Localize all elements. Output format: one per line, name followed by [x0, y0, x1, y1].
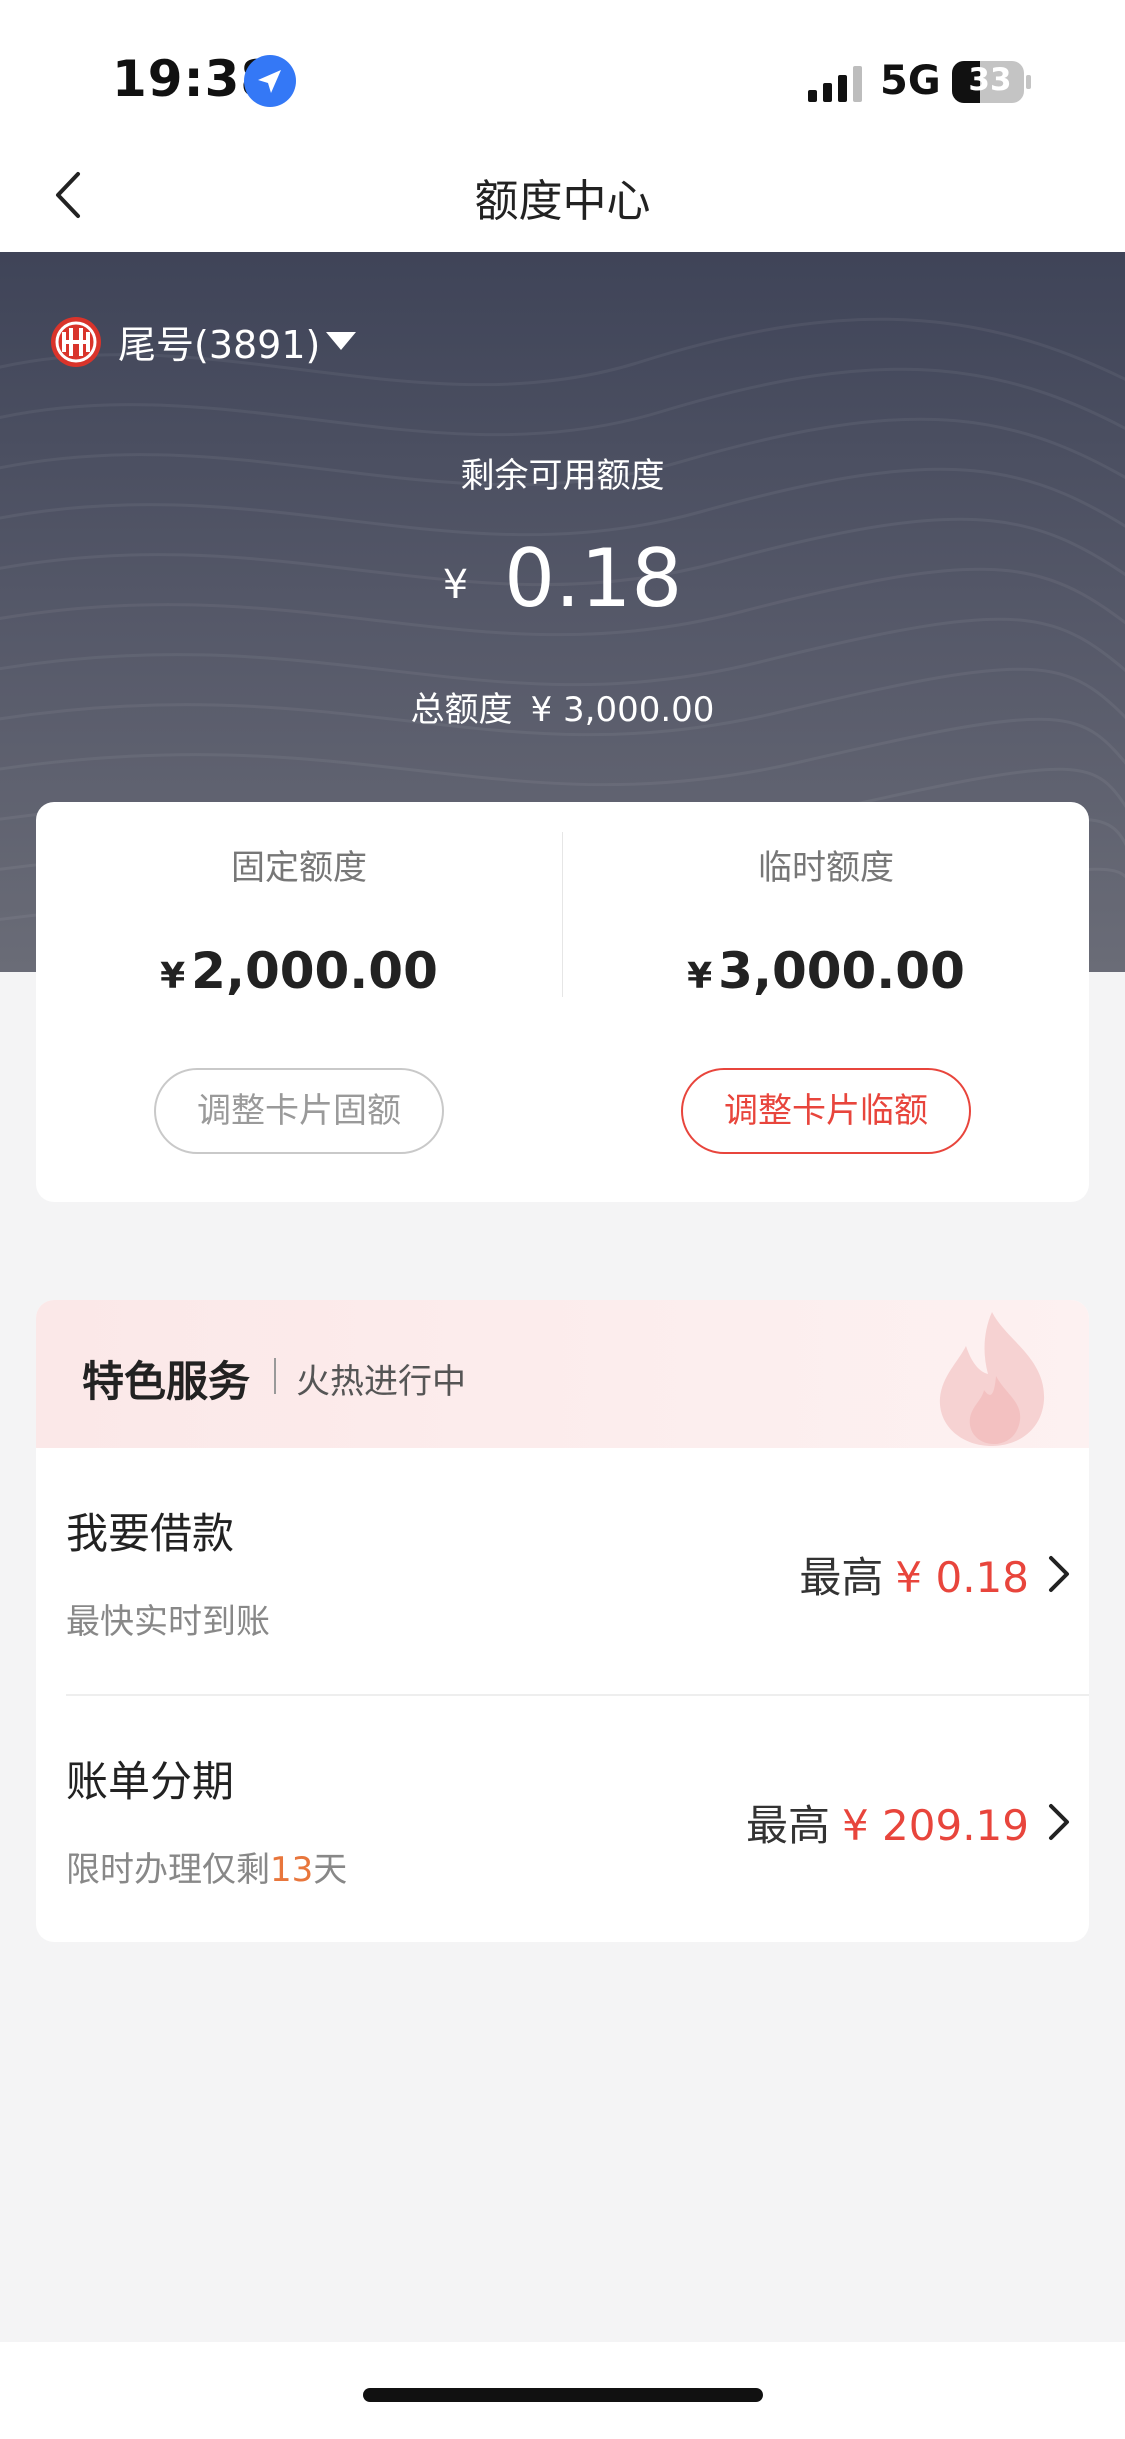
- fixed-limit-label: 固定额度: [231, 848, 367, 888]
- total-limit-label: 总额度: [410, 690, 513, 730]
- bank-logo-icon: [51, 317, 101, 367]
- caret-down-icon[interactable]: [326, 332, 356, 352]
- services-title: 特色服务: [82, 1357, 251, 1406]
- card-selector[interactable]: 尾号(3891): [118, 314, 320, 369]
- currency-symbol: ¥: [687, 956, 713, 997]
- temporary-limit-amount: ¥3,000.00: [563, 942, 1089, 1000]
- fixed-limit-value: 2,000.00: [191, 942, 438, 1000]
- service-name: 账单分期: [66, 1757, 235, 1806]
- currency-symbol: ¥: [442, 562, 469, 608]
- featured-services-card: 特色服务 火热进行中 我要借款 最快实时到账 最高 ¥ 0.18 账单分期 限时办…: [36, 1300, 1089, 1942]
- network-type: 5G: [880, 58, 941, 104]
- battery-level: 33: [968, 62, 1012, 98]
- service-desc: 限时办理仅剩13天: [66, 1842, 347, 1891]
- service-name: 我要借款: [66, 1509, 235, 1558]
- services-subtitle: 火热进行中: [296, 1362, 466, 1402]
- location-arrow-icon: [244, 55, 296, 107]
- chevron-right-icon[interactable]: [1047, 1802, 1071, 1842]
- home-area: [0, 2342, 1125, 2439]
- max-label: 最高: [745, 1801, 830, 1850]
- nav-bar: 额度中心: [0, 140, 1125, 252]
- adjust-temporary-limit-button[interactable]: 调整卡片临额: [681, 1068, 971, 1154]
- status-bar: 19:38 5G 33: [0, 0, 1125, 140]
- temporary-limit-label: 临时额度: [758, 848, 894, 888]
- signal-bars-icon: [808, 66, 862, 102]
- home-indicator[interactable]: [363, 2388, 763, 2402]
- desc-suffix: 天: [313, 1850, 348, 1890]
- total-limit-value: ¥ 3,000.00: [530, 690, 715, 730]
- service-max: 最高 ¥ 0.18: [799, 1544, 1029, 1605]
- services-header: 特色服务 火热进行中: [36, 1300, 1089, 1448]
- service-desc: 最快实时到账: [66, 1602, 270, 1642]
- temporary-limit-column: 临时额度 ¥3,000.00 调整卡片临额: [563, 802, 1089, 1202]
- credit-limit-page: 19:38 5G 33 额度中心 尾号(3891) 剩余可用额度 ¥ 0.18 …: [0, 0, 1125, 2439]
- currency-symbol: ¥: [160, 956, 186, 997]
- fixed-limit-column: 固定额度 ¥2,000.00 调整卡片固额: [36, 802, 562, 1202]
- service-row-loan[interactable]: 我要借款 最快实时到账 最高 ¥ 0.18: [36, 1448, 1089, 1694]
- service-row-installment[interactable]: 账单分期 限时办理仅剩13天 最高 ¥ 209.19: [36, 1696, 1089, 1942]
- temporary-limit-value: 3,000.00: [718, 942, 965, 1000]
- chevron-right-icon[interactable]: [1047, 1554, 1071, 1594]
- adjust-fixed-limit-button[interactable]: 调整卡片固额: [154, 1068, 444, 1154]
- total-limit: 总额度 ¥ 3,000.00: [0, 682, 1125, 731]
- flame-icon: [939, 1312, 1045, 1446]
- max-amount: ¥ 209.19: [841, 1801, 1029, 1850]
- remaining-days: 13: [270, 1850, 314, 1890]
- max-amount: ¥ 0.18: [895, 1553, 1029, 1602]
- available-limit-amount: ¥0.18: [0, 532, 1125, 625]
- page-title: 额度中心: [474, 176, 651, 227]
- available-limit-label: 剩余可用额度: [460, 456, 665, 496]
- limit-card: 固定额度 ¥2,000.00 调整卡片固额 临时额度 ¥3,000.00 调整卡…: [36, 802, 1089, 1202]
- max-label: 最高: [799, 1553, 884, 1602]
- service-max: 最高 ¥ 209.19: [746, 1792, 1029, 1853]
- desc-prefix: 限时办理仅剩: [66, 1850, 270, 1890]
- title-separator: [274, 1358, 276, 1394]
- available-amount-value: 0.18: [504, 532, 683, 625]
- fixed-limit-amount: ¥2,000.00: [36, 942, 562, 1000]
